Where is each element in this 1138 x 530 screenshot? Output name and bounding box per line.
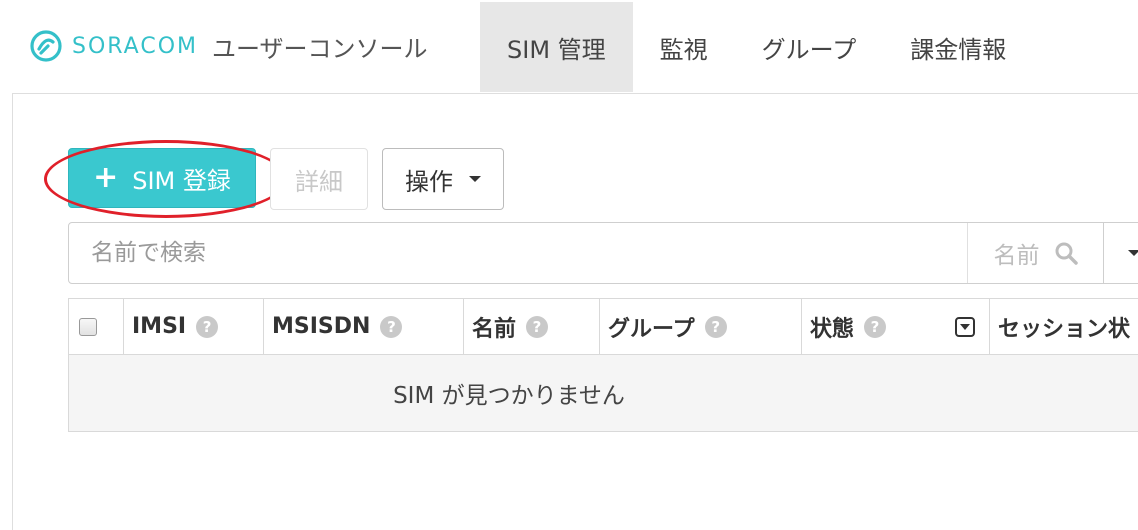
register-sim-label: SIM 登録 xyxy=(132,166,231,195)
help-icon[interactable]: ? xyxy=(864,315,887,338)
search-icon xyxy=(1055,242,1078,265)
nav-monitoring[interactable]: 監視 xyxy=(633,2,735,92)
column-label: 名前 xyxy=(472,316,517,342)
select-all-checkbox[interactable] xyxy=(79,317,97,336)
search-bar: 名前 xyxy=(68,222,1138,284)
nav-groups[interactable]: グループ xyxy=(735,2,884,92)
console-title: ユーザーコンソール xyxy=(212,34,428,63)
register-sim-button[interactable]: + SIM 登録 xyxy=(68,148,256,208)
column-label: 状態 xyxy=(810,316,855,342)
empty-message: SIM が見つかりません xyxy=(393,383,625,409)
help-icon[interactable]: ? xyxy=(526,315,549,338)
filter-dropdown-icon[interactable] xyxy=(955,316,975,337)
brand-name: SORACOM xyxy=(72,33,198,59)
plus-icon: + xyxy=(93,160,119,195)
column-header-group[interactable]: グループ ? xyxy=(600,299,802,354)
top-navbar: SORACOM ユーザーコンソール SIM 管理 監視 グループ 課金情報 xyxy=(0,0,1138,93)
actions-label: 操作 xyxy=(405,167,453,196)
column-header-session[interactable]: セッション状 xyxy=(990,299,1138,354)
column-label: MSISDN xyxy=(272,314,371,339)
actions-dropdown-button[interactable]: 操作 xyxy=(382,148,504,210)
column-header-msisdn[interactable]: MSISDN ? xyxy=(264,299,464,354)
nav-sim-management[interactable]: SIM 管理 xyxy=(480,2,633,92)
nav-billing[interactable]: 課金情報 xyxy=(883,2,1033,92)
main-nav: SIM 管理 監視 グループ 課金情報 xyxy=(480,2,1033,92)
column-label: IMSI xyxy=(132,314,187,339)
select-all-cell xyxy=(69,299,124,354)
help-icon[interactable]: ? xyxy=(380,315,403,338)
caret-down-icon xyxy=(1127,250,1138,256)
empty-state-row: SIM が見つかりません xyxy=(69,355,1138,431)
table-header-row: IMSI ? MSISDN ? 名前 ? グループ ? 状態 ? セッション状 xyxy=(69,299,1138,355)
column-label: グループ xyxy=(608,316,695,342)
help-icon[interactable]: ? xyxy=(196,315,219,338)
soracom-logo-icon xyxy=(30,30,62,62)
sim-table: IMSI ? MSISDN ? 名前 ? グループ ? 状態 ? セッション状 … xyxy=(68,298,1138,432)
caret-down-icon xyxy=(469,176,481,182)
search-options-dropdown[interactable] xyxy=(1103,223,1138,283)
column-label: セッション状 xyxy=(998,316,1131,342)
brand[interactable]: SORACOM ユーザーコンソール xyxy=(28,28,428,64)
search-input[interactable] xyxy=(69,223,967,283)
column-header-name[interactable]: 名前 ? xyxy=(464,299,600,354)
column-header-status[interactable]: 状態 ? xyxy=(802,299,990,354)
detail-button[interactable]: 詳細 xyxy=(270,148,368,210)
search-field-label: 名前 xyxy=(993,243,1040,269)
column-header-imsi[interactable]: IMSI ? xyxy=(124,299,264,354)
help-icon[interactable]: ? xyxy=(704,315,727,338)
search-field-button[interactable]: 名前 xyxy=(967,223,1103,283)
